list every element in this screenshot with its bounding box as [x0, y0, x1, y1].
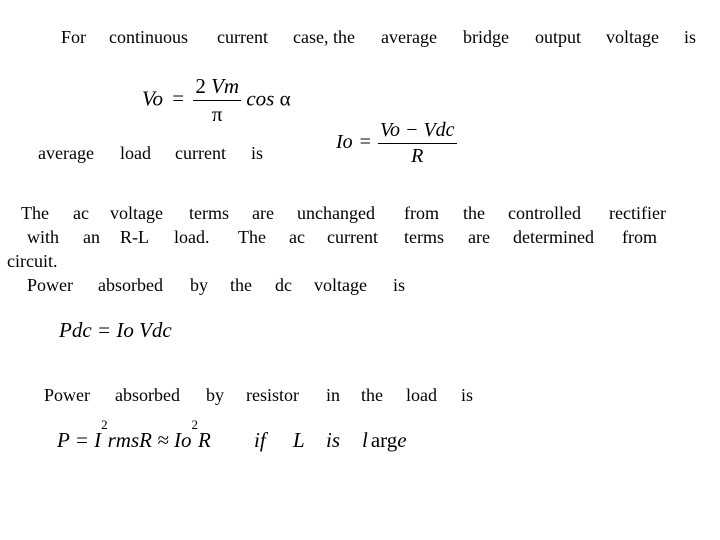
word: ac — [289, 227, 305, 247]
word: load. — [174, 227, 210, 247]
word: Power — [44, 385, 90, 405]
eq-main: P = I2rmsR ≈ Io2R — [57, 418, 211, 453]
word: output — [535, 27, 582, 47]
word: The — [238, 227, 266, 247]
word: in — [326, 385, 341, 405]
eq-if: if — [254, 428, 266, 452]
word: the — [463, 203, 485, 223]
dc-power-line: Power absorbed by the dc voltage is — [0, 275, 450, 297]
fraction: 2 Vm π — [193, 74, 242, 127]
word: continuous — [109, 27, 188, 47]
word: R-L — [120, 227, 149, 247]
word: The — [21, 203, 49, 223]
word: are — [252, 203, 274, 223]
equation-dc-power: Pdc = Io Vdc — [59, 318, 172, 342]
word: resistor — [246, 385, 299, 405]
word: absorbed — [115, 385, 180, 405]
word: load — [406, 385, 437, 405]
word: unchanged — [297, 203, 375, 223]
resistor-power-line: Power absorbed by resistor in the load i… — [0, 385, 500, 407]
word: by — [190, 275, 208, 295]
word: are — [468, 227, 490, 247]
superscript-2: 2 — [191, 417, 198, 432]
word: voltage — [314, 275, 367, 295]
eq-l: L — [293, 428, 305, 452]
eq-large: l arge — [362, 428, 407, 452]
eq-r: R — [197, 428, 211, 452]
word: an — [83, 227, 100, 247]
numerator: 2 Vm — [195, 74, 240, 98]
word: by — [206, 385, 224, 405]
word: is — [684, 27, 697, 47]
alpha-symbol: α — [279, 86, 291, 111]
word: voltage — [110, 203, 163, 223]
word: voltage — [606, 27, 659, 47]
superscript-2: 2 — [101, 417, 108, 432]
word: terms — [189, 203, 229, 223]
load-current-line: average load current is — [0, 143, 300, 165]
word: with — [27, 227, 60, 247]
word: current — [327, 227, 378, 247]
word: the — [361, 385, 383, 405]
eq-p: P = I — [57, 428, 102, 452]
word: bridge — [463, 27, 509, 47]
word: the — [230, 275, 252, 295]
word: controlled — [508, 203, 581, 223]
word: is — [251, 143, 264, 163]
word: is — [393, 275, 406, 295]
eq-is: is — [326, 428, 341, 452]
word: terms — [404, 227, 444, 247]
word: current — [175, 143, 226, 163]
word: case, the — [293, 27, 355, 47]
word: ac — [73, 203, 89, 223]
word: current — [217, 27, 268, 47]
equation-load-current: Io = Vo − Vdc R — [336, 119, 457, 168]
denominator: π — [211, 102, 223, 126]
fraction: Vo − Vdc R — [377, 119, 457, 168]
paragraph-line-1: The ac voltage terms are unchanged from … — [0, 203, 720, 225]
equation-resistor-power: P = I2rmsR ≈ Io2R if L is l arge — [57, 418, 437, 458]
eq-cos: cos — [246, 86, 275, 111]
word: load — [120, 143, 151, 163]
eq-mid: rmsR ≈ Io — [107, 428, 192, 452]
eq-lhs: Io — [336, 131, 353, 154]
word: Power — [27, 275, 73, 295]
eq-lhs: Vo — [142, 86, 163, 111]
word: dc — [275, 275, 292, 295]
word: average — [38, 143, 94, 163]
denominator: R — [411, 145, 424, 167]
paragraph-line-3: circuit. — [7, 251, 58, 271]
intro-line: For continuous current case, the average… — [0, 27, 720, 49]
numerator: Vo − Vdc — [379, 119, 455, 141]
word: is — [461, 385, 474, 405]
paragraph-line-2: with an R-L load. The ac current terms a… — [0, 227, 720, 249]
word: determined — [513, 227, 594, 247]
word: from — [622, 227, 657, 247]
eq-equals: = — [172, 86, 185, 111]
word: For — [61, 27, 87, 47]
eq-equals: = — [359, 131, 371, 154]
word: absorbed — [98, 275, 163, 295]
word: rectifier — [609, 203, 666, 223]
word: average — [381, 27, 437, 47]
word: from — [404, 203, 439, 223]
equation-average-output-voltage: Vo = 2 Vm π cos α — [142, 74, 291, 127]
